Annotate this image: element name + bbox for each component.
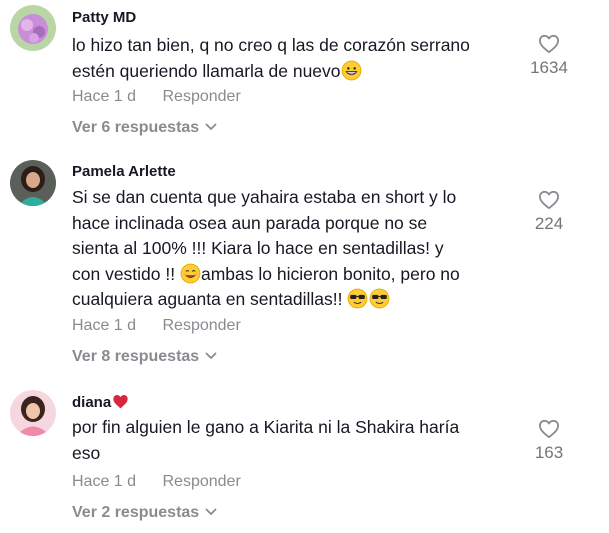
comment-line: con vestido !! (72, 263, 180, 284)
comment-line: por fin alguien le gano a Kiarita ni la … (72, 417, 460, 437)
reply-button[interactable]: Responder (163, 88, 241, 105)
red-heart-emoji (113, 395, 128, 409)
comment-line: ambas lo hicieron bonito, pero no (200, 263, 460, 284)
view-replies-button[interactable]: Ver 6 respuestas (72, 119, 217, 137)
chevron-down-icon (205, 123, 217, 130)
comment-line: Si se dan cuenta que yahaira estaba en s… (72, 187, 457, 207)
comment-line: sienta al 100% !!! Kiara lo hace en sent… (72, 238, 444, 258)
reply-button[interactable]: Responder (163, 317, 241, 334)
avatar[interactable] (10, 390, 56, 436)
view-replies-label: Ver 8 respuestas (72, 348, 200, 365)
timestamp: Hace 1 d (72, 88, 137, 105)
comment-meta: Hace 1 d Responder (72, 317, 241, 335)
comment-line: eso (72, 442, 101, 463)
heart-outline-icon (539, 190, 559, 210)
like-count: 224 (534, 214, 564, 233)
grinning-emoji (341, 60, 361, 80)
heart-outline-icon (539, 34, 559, 54)
chevron-down-icon (205, 352, 217, 359)
view-replies-button[interactable]: Ver 2 respuestas (72, 504, 217, 522)
sunglasses-emoji (369, 288, 390, 309)
chevron-down-icon (205, 508, 217, 515)
avatar-image (10, 390, 56, 436)
comment-line: hace inclinada osea aun parada porque no… (72, 212, 428, 233)
like-count: 163 (534, 443, 564, 462)
comment-line: lo hizo tan bien, q no creo q las de cor… (72, 35, 470, 55)
username[interactable]: Pamela Arlette (72, 163, 176, 180)
comment-text: lo hizo tan bien, q no creo q las de cor… (72, 33, 522, 84)
reply-button[interactable]: Responder (163, 473, 241, 490)
comment-meta: Hace 1 d Responder (72, 473, 241, 491)
heart-outline-icon (539, 419, 559, 439)
comment-meta: Hace 1 d Responder (72, 88, 241, 106)
avatar[interactable] (10, 5, 56, 51)
username[interactable]: diana (72, 394, 129, 411)
timestamp: Hace 1 d (72, 317, 137, 334)
like-button[interactable]: 163 (514, 419, 584, 463)
avatar-image (10, 160, 56, 206)
like-button[interactable]: 224 (514, 190, 584, 234)
like-count: 1634 (530, 58, 568, 77)
comment-text: por fin alguien le gano a Kiarita ni la … (72, 415, 522, 466)
view-replies-label: Ver 2 respuestas (72, 504, 200, 521)
view-replies-label: Ver 6 respuestas (72, 119, 200, 136)
avatar-image (10, 5, 56, 51)
smiling-emoji (180, 263, 201, 283)
sunglasses-emoji (347, 288, 368, 309)
comment-line: cualquiera aguanta en sentadillas!! (72, 289, 348, 309)
timestamp: Hace 1 d (72, 473, 137, 490)
username[interactable]: Patty MD (72, 9, 136, 26)
like-button[interactable]: 1634 (514, 34, 584, 78)
username-text: diana (72, 394, 112, 411)
comment-line: estén queriendo llamarla de nuevo (72, 60, 341, 81)
view-replies-button[interactable]: Ver 8 respuestas (72, 348, 217, 366)
avatar[interactable] (10, 160, 56, 206)
comment-text: Si se dan cuenta que yahaira estaba en s… (72, 185, 522, 313)
